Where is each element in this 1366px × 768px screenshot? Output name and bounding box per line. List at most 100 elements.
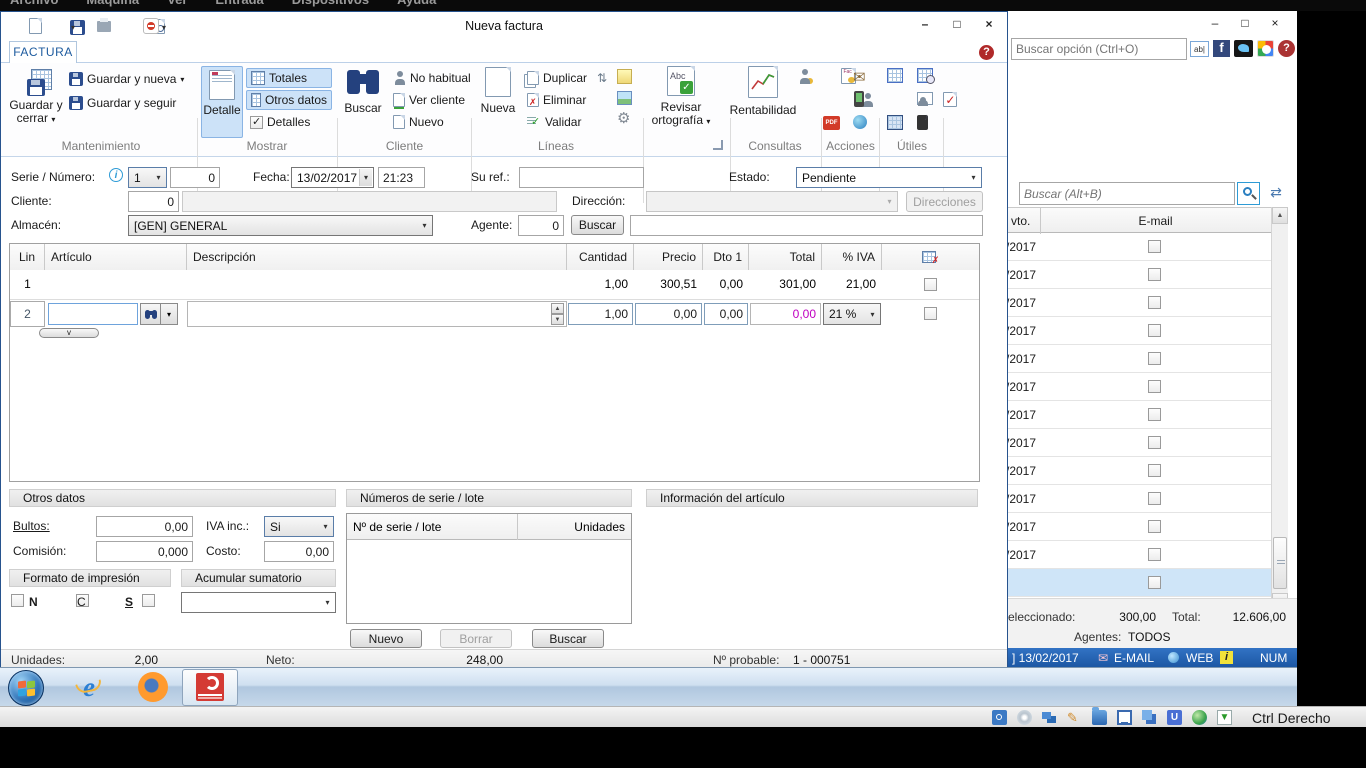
search-option-input[interactable] bbox=[1011, 38, 1187, 60]
formato-s-checkbox[interactable] bbox=[141, 594, 155, 607]
row2-dto-input[interactable] bbox=[704, 303, 748, 325]
row2-precio-input[interactable] bbox=[635, 303, 702, 325]
vbox-display-icon[interactable] bbox=[1117, 710, 1132, 725]
vm-menu-ver[interactable]: Ver bbox=[167, 0, 187, 7]
series-buscar-button[interactable]: Buscar bbox=[532, 629, 604, 648]
email-list-row[interactable]: /2017 bbox=[1008, 429, 1271, 457]
calendar2-icon[interactable] bbox=[887, 115, 903, 130]
email-list-row[interactable]: /2017 bbox=[1008, 317, 1271, 345]
internet-explorer-icon[interactable]: e bbox=[74, 672, 104, 702]
help-icon[interactable]: ? bbox=[979, 45, 994, 60]
duplicar-button[interactable]: Duplicar bbox=[523, 68, 591, 88]
detalle-button[interactable]: Detalle bbox=[201, 66, 243, 138]
nueva-linea-button[interactable]: Nueva bbox=[477, 67, 519, 139]
col-delete[interactable]: ✗ bbox=[882, 244, 979, 270]
dialog-launcher-icon[interactable] bbox=[713, 140, 723, 150]
grid-row-1[interactable]: 1 1,00 300,51 0,00 301,00 21,00 bbox=[10, 270, 979, 300]
email-list-row[interactable]: /2017 bbox=[1008, 345, 1271, 373]
row2-articulo-dropdown[interactable]: ▾ bbox=[161, 303, 178, 325]
email-checkbox[interactable] bbox=[1148, 240, 1161, 253]
serie-combo[interactable]: 1 ▾ bbox=[128, 167, 167, 188]
minimize-button[interactable]: – bbox=[913, 16, 937, 32]
firefox-icon[interactable] bbox=[138, 672, 168, 702]
almacen-combo[interactable]: [GEN] GENERAL ▾ bbox=[128, 215, 433, 236]
col-lin[interactable]: Lin bbox=[10, 244, 45, 270]
pdf-icon[interactable]: PDF bbox=[823, 116, 840, 130]
vm-menu-entrada[interactable]: Entrada bbox=[215, 0, 263, 7]
comision-input[interactable] bbox=[96, 541, 193, 562]
vbox-hdd-icon[interactable] bbox=[992, 710, 1007, 725]
grid-row-2-edit[interactable]: 2 ▾ ▲ ▼ 0,00 21 % ▾ bbox=[10, 301, 979, 327]
status-email[interactable]: E-MAIL bbox=[1114, 651, 1154, 665]
refresh-icon[interactable]: ⇄ bbox=[1266, 184, 1286, 202]
rename-icon[interactable]: ab| bbox=[1190, 41, 1209, 57]
nuevo-cliente-button[interactable]: Nuevo bbox=[389, 112, 448, 132]
email-list-row[interactable]: /2017 bbox=[1008, 513, 1271, 541]
email-list-row[interactable]: /2017 bbox=[1008, 289, 1271, 317]
bg-restore-button[interactable]: □ bbox=[1233, 15, 1257, 31]
email-checkbox[interactable] bbox=[1148, 576, 1161, 589]
contact-card-icon[interactable] bbox=[917, 92, 933, 106]
vbox-net-adapter-icon[interactable] bbox=[1192, 710, 1207, 725]
vbox-windows-icon[interactable] bbox=[1142, 710, 1157, 725]
tab-factura[interactable]: FACTURA bbox=[9, 41, 77, 63]
vbox-clipboard-pencil-icon[interactable]: ✎ bbox=[1067, 710, 1082, 725]
vbox-shared-folder-icon[interactable] bbox=[1092, 707, 1107, 725]
row2-descripcion-cell[interactable] bbox=[187, 301, 567, 327]
col-iva[interactable]: % IVA bbox=[822, 244, 882, 270]
revisar-ortografia-button[interactable]: Abc ✓ Revisar ortografía ▾ bbox=[649, 66, 713, 140]
hora-input[interactable] bbox=[378, 167, 425, 188]
scrollbar-thumb[interactable] bbox=[1273, 537, 1287, 589]
email-checkbox[interactable] bbox=[1148, 268, 1161, 281]
email-checkbox[interactable] bbox=[1148, 352, 1161, 365]
vm-menu-maquina[interactable]: Máquina bbox=[86, 0, 139, 7]
mail-icon[interactable]: ✉ bbox=[853, 68, 866, 86]
email-checkbox[interactable] bbox=[1148, 380, 1161, 393]
series-nuevo-button[interactable]: Nuevo bbox=[350, 629, 422, 648]
bultos-input[interactable] bbox=[96, 516, 193, 537]
globe-sheet-icon[interactable] bbox=[853, 115, 867, 129]
email-checkbox[interactable] bbox=[1148, 520, 1161, 533]
email-checkbox[interactable] bbox=[1148, 296, 1161, 309]
agente-input[interactable] bbox=[518, 215, 564, 236]
col-serie-lote[interactable]: Nº de serie / lote bbox=[353, 520, 441, 534]
col-dto[interactable]: Dto 1 bbox=[703, 244, 749, 270]
vbox-usb-icon[interactable]: U bbox=[1167, 710, 1182, 725]
vm-menu-dispositivos[interactable]: Dispositivos bbox=[292, 0, 369, 7]
guardar-seguir-button[interactable]: Guardar y seguir bbox=[65, 93, 180, 113]
costo-input[interactable] bbox=[264, 541, 334, 562]
row2-iva-combo[interactable]: 21 % ▾ bbox=[823, 303, 881, 325]
row2-articulo-input[interactable] bbox=[48, 303, 138, 325]
email-list-row[interactable]: /2017 bbox=[1008, 485, 1271, 513]
email-list-row[interactable]: /2017 bbox=[1008, 541, 1271, 569]
vbox-cd-icon[interactable] bbox=[1017, 710, 1032, 725]
email-list-row[interactable]: /2017 bbox=[1008, 401, 1271, 429]
bg-close-button[interactable]: × bbox=[1263, 15, 1287, 31]
facebook-icon[interactable]: f bbox=[1213, 40, 1230, 57]
totales-button[interactable]: Totales bbox=[246, 68, 332, 88]
validar-button[interactable]: ✓ Validar bbox=[523, 112, 585, 132]
col-total[interactable]: Total bbox=[749, 244, 822, 270]
column-vto[interactable]: vto. bbox=[1011, 214, 1030, 228]
scroll-up-icon[interactable]: ▲ bbox=[1272, 207, 1288, 224]
vbox-network-icon[interactable] bbox=[1042, 710, 1057, 725]
col-cantidad[interactable]: Cantidad bbox=[567, 244, 634, 270]
agente-buscar-button[interactable]: Buscar bbox=[571, 215, 624, 235]
guardar-nueva-button[interactable]: Guardar y nueva ▾ bbox=[65, 69, 188, 89]
email-list-row[interactable]: /2017 bbox=[1008, 373, 1271, 401]
formato-n-checkbox[interactable] bbox=[11, 594, 24, 607]
image-icon[interactable] bbox=[617, 91, 632, 105]
gear-icon[interactable]: ⚙ bbox=[617, 111, 630, 126]
ver-cliente-button[interactable]: Ver cliente bbox=[389, 90, 469, 110]
column-email[interactable]: E-mail bbox=[1040, 214, 1271, 228]
search-icon[interactable] bbox=[1237, 182, 1260, 205]
email-list-row-selected[interactable] bbox=[1008, 569, 1271, 597]
row1-delete-checkbox[interactable] bbox=[924, 278, 937, 291]
row2-cantidad-input[interactable] bbox=[568, 303, 633, 325]
spin-down-icon[interactable]: ▼ bbox=[551, 314, 564, 325]
reorder-icon[interactable]: ⇅ bbox=[597, 71, 607, 85]
buscar-cliente-button[interactable]: Buscar bbox=[341, 67, 385, 139]
note-icon[interactable] bbox=[617, 69, 632, 84]
fecha-combo[interactable]: 13/02/2017 ▾ bbox=[291, 167, 374, 188]
twitter-icon[interactable] bbox=[1234, 40, 1253, 57]
